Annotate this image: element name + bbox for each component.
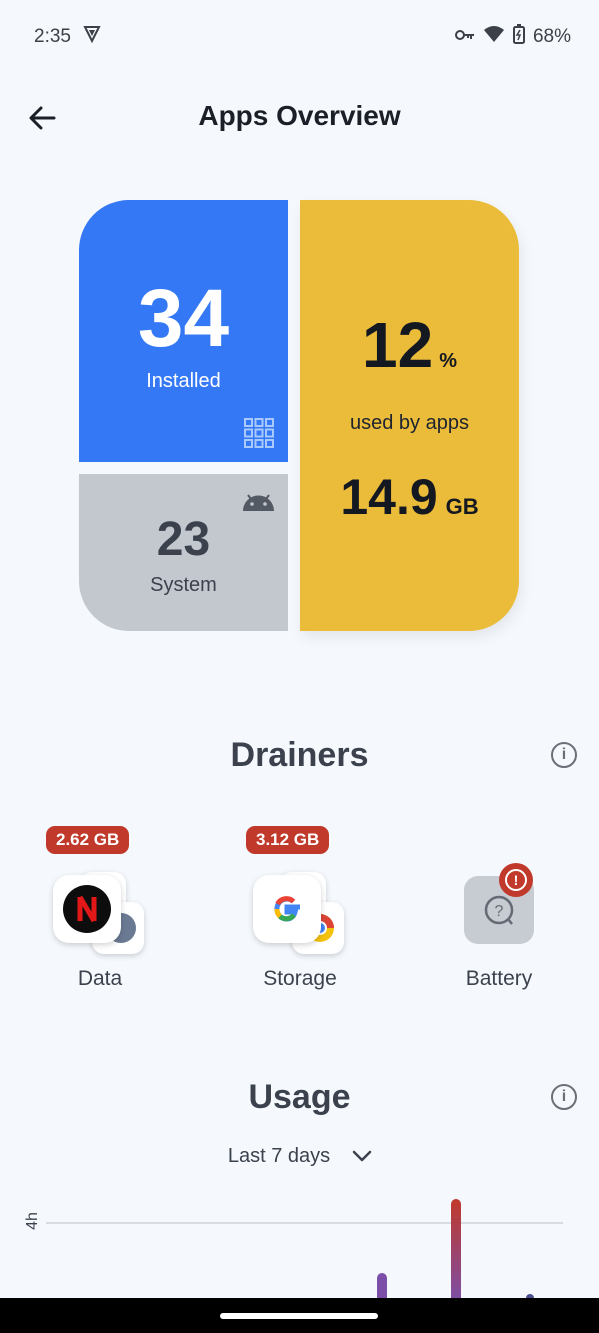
drainers-title: Drainers — [230, 736, 369, 774]
usage-info-icon[interactable]: i — [551, 1084, 577, 1110]
data-usage-badge: 2.62 GB — [46, 826, 130, 854]
used-label: used by apps — [350, 412, 469, 434]
google-icon — [253, 875, 321, 943]
installed-apps-tile[interactable]: 34 Installed — [79, 200, 288, 462]
used-percent: 12% — [362, 309, 457, 381]
storage-usage-tile[interactable]: 12% used by apps 14.9 GB — [300, 200, 519, 631]
battery-percent: 68% — [532, 26, 571, 47]
status-icons: 68% — [454, 24, 571, 50]
home-gesture-handle[interactable] — [220, 1313, 378, 1319]
alert-icon: ! — [499, 863, 533, 897]
chevron-down-icon — [352, 1145, 372, 1168]
drainers-info-icon[interactable]: i — [551, 742, 577, 768]
vpn-shield-icon — [82, 24, 102, 50]
svg-text:?: ? — [495, 903, 504, 920]
status-time: 2:35 — [34, 24, 102, 50]
drainer-data[interactable]: 2.62 GB Data — [30, 820, 170, 1000]
installed-count: 34 — [137, 273, 230, 364]
system-label: System — [150, 574, 217, 596]
usage-chart — [46, 1199, 563, 1300]
drainer-storage-label: Storage — [263, 967, 337, 990]
netflix-icon — [53, 875, 121, 943]
period-label: Last 7 days — [227, 1144, 331, 1167]
drainer-data-label: Data — [77, 967, 123, 990]
key-icon — [454, 26, 475, 48]
used-size: 14.9 GB — [340, 469, 479, 525]
system-count: 23 — [156, 513, 211, 566]
battery-icon — [512, 24, 525, 50]
installed-label: Installed — [146, 370, 221, 392]
drainer-battery[interactable]: ? ! Battery — [429, 820, 569, 1000]
usage-bar — [451, 1199, 461, 1300]
storage-usage-badge: 3.12 GB — [246, 826, 330, 854]
usage-title: Usage — [248, 1078, 351, 1116]
usage-bar — [377, 1273, 387, 1300]
period-dropdown[interactable]: Last 7 days — [200, 1140, 400, 1172]
drainer-battery-label: Battery — [465, 967, 533, 990]
system-apps-tile[interactable]: 23 System — [79, 474, 288, 631]
drainer-storage[interactable]: 3.12 GB Storage — [230, 820, 370, 1000]
page-title: Apps Overview — [198, 100, 401, 131]
grid-icon — [244, 418, 274, 453]
wifi-icon — [483, 25, 505, 49]
